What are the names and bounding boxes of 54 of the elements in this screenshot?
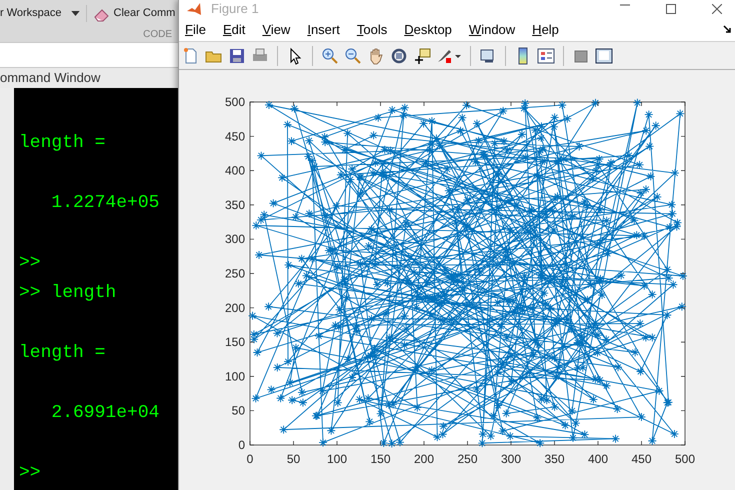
rotate-icon[interactable] bbox=[390, 46, 408, 64]
menu-item[interactable]: View bbox=[262, 20, 290, 40]
prompt-line: >> length bbox=[19, 283, 116, 304]
y-tick-label: 100 bbox=[224, 369, 245, 384]
y-tick-label: 350 bbox=[224, 198, 245, 212]
output-line: 1.2274e+05 bbox=[50, 193, 160, 214]
y-tick-label: 150 bbox=[224, 335, 245, 350]
menu-item[interactable]: Edit bbox=[222, 20, 246, 40]
zoom-out-icon[interactable] bbox=[344, 46, 362, 64]
zoom-in-icon[interactable] bbox=[321, 46, 339, 64]
y-tick-label: 450 bbox=[224, 129, 245, 144]
x-tick-label: 300 bbox=[500, 452, 522, 466]
x-tick-label: 150 bbox=[370, 452, 391, 466]
window-title: Figure 1 bbox=[211, 0, 259, 18]
prompt-line: >> bbox=[19, 463, 41, 484]
prompt-line: >> bbox=[19, 253, 41, 274]
output-line: length = bbox=[19, 343, 106, 364]
menu-item[interactable]: File bbox=[185, 20, 206, 40]
save-icon[interactable] bbox=[228, 46, 246, 64]
window-frame-icon[interactable] bbox=[595, 46, 613, 64]
x-tick-label: 200 bbox=[414, 452, 434, 466]
y-tick-label: 400 bbox=[224, 164, 245, 178]
command-window-header: ommand Window bbox=[0, 68, 178, 88]
data-cursor-icon[interactable] bbox=[413, 46, 431, 64]
legend-icon[interactable] bbox=[537, 46, 555, 64]
toolstrip-button[interactable]: Clear Comm bbox=[86, 5, 176, 22]
y-tick-label: 500 bbox=[224, 95, 245, 109]
toolstrip-button[interactable]: r Workspace bbox=[0, 5, 80, 22]
maximize-icon[interactable] bbox=[666, 4, 676, 14]
y-tick-label: 0 bbox=[238, 438, 245, 452]
dock-icon[interactable] bbox=[723, 25, 732, 34]
menu-item[interactable]: Tools bbox=[356, 20, 388, 40]
menu-item[interactable]: Window bbox=[468, 20, 516, 40]
close-icon[interactable] bbox=[712, 4, 722, 14]
section-label: CODE bbox=[143, 28, 172, 42]
x-tick-label: 400 bbox=[588, 452, 608, 466]
y-tick-label: 250 bbox=[224, 266, 245, 280]
x-tick-label: 350 bbox=[544, 452, 565, 466]
menu-item[interactable]: Help bbox=[532, 20, 559, 40]
x-tick-label: 500 bbox=[674, 452, 696, 466]
caret-icon bbox=[70, 11, 80, 16]
x-tick-label: 450 bbox=[631, 452, 652, 466]
menu-item[interactable]: Insert bbox=[307, 20, 340, 40]
y-tick-label: 200 bbox=[224, 300, 245, 315]
x-tick-label: 0 bbox=[246, 452, 254, 466]
output-line: 2.6991e+04 bbox=[50, 403, 160, 424]
menu-item[interactable]: Desktop bbox=[404, 20, 452, 40]
x-tick-label: 100 bbox=[326, 452, 348, 466]
x-tick-label: 250 bbox=[457, 452, 478, 466]
output-line: length = bbox=[19, 133, 106, 154]
matlab-logo-icon bbox=[187, 3, 201, 15]
x-tick-label: 50 bbox=[286, 452, 300, 466]
y-tick-label: 50 bbox=[232, 404, 245, 418]
y-tick-label: 300 bbox=[224, 232, 245, 246]
